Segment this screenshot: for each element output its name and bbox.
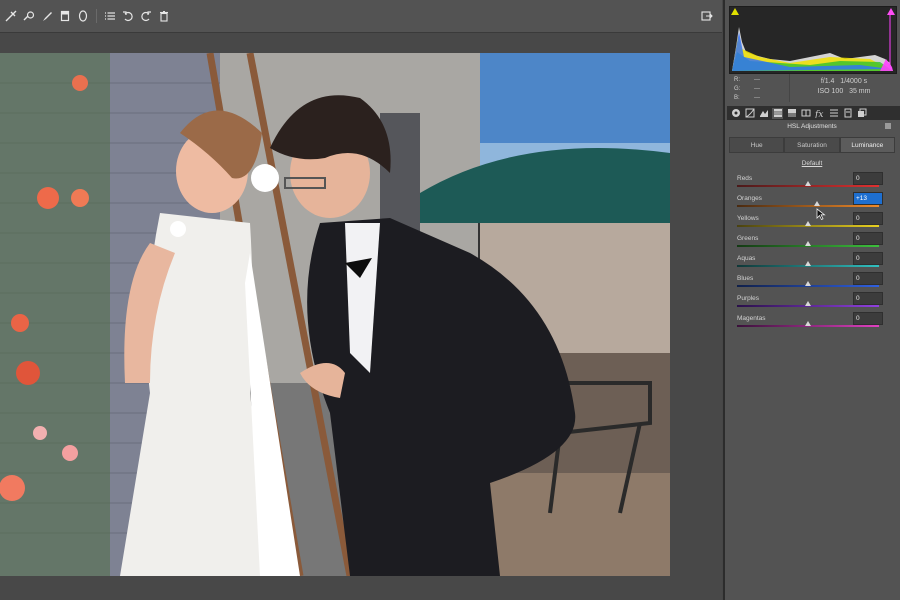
slider-thumb-reds[interactable] — [805, 181, 811, 186]
brush-icon[interactable] — [38, 7, 56, 25]
slider-thumb-greens[interactable] — [805, 241, 811, 246]
tab-luminance[interactable]: Luminance — [839, 137, 895, 153]
tone-curve-icon[interactable] — [744, 108, 755, 119]
panel-icon-tabs: fx — [727, 106, 900, 120]
camera-settings: f/1.4 1/4000 s ISO 100 35 mm — [799, 77, 889, 97]
lens-corrections-icon[interactable] — [800, 108, 811, 119]
panel-title: HSL Adjustments — [727, 121, 897, 133]
slider-value-blues[interactable]: 0 — [853, 272, 883, 285]
shutter-speed: 1/4000 s — [840, 78, 868, 85]
mouse-cursor — [816, 207, 826, 221]
hsl-subtabs: Hue Saturation Luminance — [729, 137, 895, 153]
highlight-clipping-warning-icon[interactable] — [887, 8, 895, 15]
slider-value-greens[interactable]: 0 — [853, 232, 883, 245]
slider-thumb-blues[interactable] — [805, 281, 811, 286]
slider-label-blues: Blues — [737, 275, 754, 282]
hsl-panel-icon[interactable] — [772, 107, 783, 119]
slider-label-oranges: Oranges — [737, 195, 762, 202]
slider-label-reds: Reds — [737, 175, 753, 182]
slider-row-magentas: Magentas 0 — [733, 312, 893, 335]
slider-label-greens: Greens — [737, 235, 759, 242]
slider-value-reds[interactable]: 0 — [853, 172, 883, 185]
tab-saturation[interactable]: Saturation — [784, 137, 840, 153]
readout-g: G: --- — [734, 86, 760, 92]
iso: ISO 100 — [817, 88, 844, 95]
histogram — [729, 6, 897, 74]
slider-value-oranges[interactable]: +13 — [853, 192, 883, 205]
image-canvas[interactable] — [0, 33, 722, 600]
panel-menu-icon[interactable] — [885, 123, 891, 129]
aperture: f/1.4 — [820, 78, 835, 85]
red-eye-icon[interactable] — [20, 7, 38, 25]
readout-r: R: --- — [734, 77, 760, 83]
svg-text:fx: fx — [815, 110, 823, 118]
toolbar — [0, 0, 722, 33]
focal-length: 35 mm — [849, 88, 871, 95]
default-button[interactable]: Default — [729, 160, 895, 167]
slider-thumb-magentas[interactable] — [805, 321, 811, 326]
slider-track-oranges[interactable] — [737, 205, 879, 207]
slider-value-magentas[interactable]: 0 — [853, 312, 883, 325]
readout-divider — [789, 74, 790, 102]
slider-label-yellows: Yellows — [737, 215, 759, 222]
shadow-clipping-warning-icon[interactable] — [731, 8, 739, 15]
slider-label-purples: Purples — [737, 295, 760, 302]
presets-icon[interactable] — [842, 108, 853, 119]
snapshots-icon[interactable] — [856, 108, 867, 119]
readout-b: B: --- — [734, 95, 760, 101]
toolbar-divider — [96, 9, 97, 23]
slider-thumb-purples[interactable] — [805, 301, 811, 306]
tab-hue[interactable]: Hue — [729, 137, 785, 153]
effects-icon[interactable]: fx — [814, 108, 825, 119]
rotate-left-icon[interactable] — [119, 7, 137, 25]
radial-filter-icon[interactable] — [74, 7, 92, 25]
straighten-icon[interactable] — [2, 7, 20, 25]
panel-title-text: HSL Adjustments — [787, 123, 837, 130]
exit-icon[interactable] — [698, 7, 716, 25]
adjustments-panel: R: --- G: --- B: --- f/1.4 1/4000 s ISO 100… — [723, 0, 900, 600]
slider-label-magentas: Magentas — [737, 315, 766, 322]
camera-calibration-icon[interactable] — [828, 108, 839, 119]
slider-thumb-yellows[interactable] — [805, 221, 811, 226]
slider-value-aquas[interactable]: 0 — [853, 252, 883, 265]
slider-value-yellows[interactable]: 0 — [853, 212, 883, 225]
rotate-right-icon[interactable] — [137, 7, 155, 25]
graduated-filter-icon[interactable] — [56, 7, 74, 25]
camera-readout: R: --- G: --- B: --- f/1.4 1/4000 s ISO 100… — [729, 74, 897, 104]
trash-icon[interactable] — [155, 7, 173, 25]
split-toning-icon[interactable] — [786, 108, 797, 119]
basic-panel-icon[interactable] — [730, 108, 741, 119]
detail-icon[interactable] — [758, 108, 769, 119]
list-icon[interactable] — [101, 7, 119, 25]
photo-preview[interactable] — [0, 53, 670, 576]
slider-thumb-oranges[interactable] — [814, 201, 821, 206]
slider-value-purples[interactable]: 0 — [853, 292, 883, 305]
slider-label-aquas: Aquas — [737, 255, 756, 262]
slider-thumb-aquas[interactable] — [805, 261, 811, 266]
